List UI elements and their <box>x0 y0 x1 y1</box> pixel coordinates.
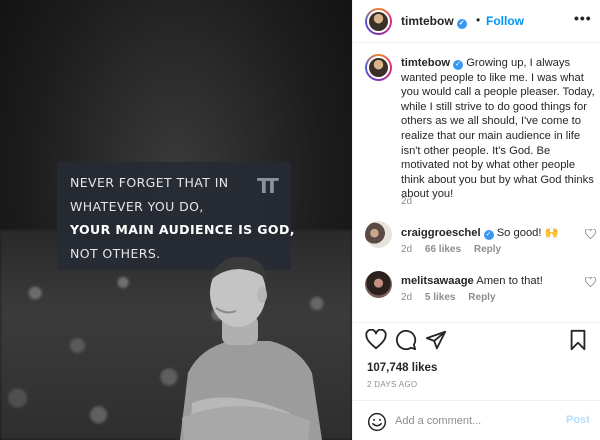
post-header: timtebow ✓ • Follow ••• <box>353 0 600 43</box>
quote-line-2: WHATEVER YOU DO, <box>70 199 204 214</box>
post-details-panel: timtebow ✓ • Follow ••• timtebow ✓ Growing… <box>352 0 600 440</box>
commenter-avatar[interactable] <box>365 271 392 298</box>
heart-icon[interactable] <box>365 329 387 351</box>
author-username[interactable]: timtebow ✓ <box>401 14 467 29</box>
caption-text: Growing up, I always wanted people to li… <box>401 57 595 201</box>
more-options-icon[interactable]: ••• <box>574 10 592 26</box>
commenter-avatar[interactable] <box>365 221 392 248</box>
follow-button[interactable]: Follow <box>486 14 524 28</box>
add-comment-bar: Post <box>353 400 600 440</box>
verified-badge-icon: ✓ <box>453 60 464 70</box>
reply-button[interactable]: Reply <box>468 292 495 303</box>
comment-item: craiggroeschel ✓ So good! 🙌 <box>401 226 559 240</box>
post-date[interactable]: 2 DAYS AGO <box>367 380 417 389</box>
comment-username[interactable]: melitsawaage <box>401 275 474 287</box>
comment-input[interactable] <box>395 411 555 431</box>
comment-username[interactable]: craiggroeschel <box>401 227 481 239</box>
post-caption: timtebow ✓ Growing up, I always wanted pe… <box>401 56 597 202</box>
author-username-text[interactable]: timtebow <box>401 14 454 28</box>
comment-item: melitsawaage Amen to that! <box>401 275 543 287</box>
action-bar <box>353 322 600 362</box>
reply-button[interactable]: Reply <box>474 244 501 255</box>
comment-meta: 2d 66 likes Reply <box>401 244 511 255</box>
emoji-icon[interactable] <box>367 412 387 432</box>
comment-time[interactable]: 2d <box>401 292 412 303</box>
verified-badge-icon: ✓ <box>456 19 467 29</box>
comment-like-heart-icon[interactable] <box>585 277 596 287</box>
caption-username[interactable]: timtebow <box>401 57 450 69</box>
bookmark-icon[interactable] <box>567 329 589 351</box>
quote-line-4: NOT OTHERS. <box>70 246 161 261</box>
caption-time[interactable]: 2d <box>401 196 412 207</box>
post-image[interactable]: NEVER FORGET THAT IN WHATEVER YOU DO, YO… <box>0 0 352 440</box>
comment-time[interactable]: 2d <box>401 244 412 255</box>
comment-text: So good! 🙌 <box>496 227 559 239</box>
quote-line-3: YOUR MAIN AUDIENCE IS GOD, <box>70 222 295 237</box>
comment-likes[interactable]: 5 likes <box>425 292 456 303</box>
share-icon[interactable] <box>425 329 447 351</box>
tt-logo: TT <box>257 174 279 198</box>
verified-badge-icon: ✓ <box>483 230 494 240</box>
likes-count[interactable]: 107,748 likes <box>367 362 437 374</box>
comment-meta: 2d 5 likes Reply <box>401 292 506 303</box>
author-avatar[interactable] <box>365 8 392 35</box>
quote-line-1: NEVER FORGET THAT IN <box>70 175 229 190</box>
post-button[interactable]: Post <box>566 414 590 426</box>
comment-likes[interactable]: 66 likes <box>425 244 461 255</box>
header-separator: • <box>476 13 481 27</box>
comment-icon[interactable] <box>395 329 417 351</box>
comment-text: Amen to that! <box>476 275 543 287</box>
caption-avatar[interactable] <box>365 54 392 81</box>
person-figure <box>180 256 322 440</box>
comment-like-heart-icon[interactable] <box>585 229 596 239</box>
